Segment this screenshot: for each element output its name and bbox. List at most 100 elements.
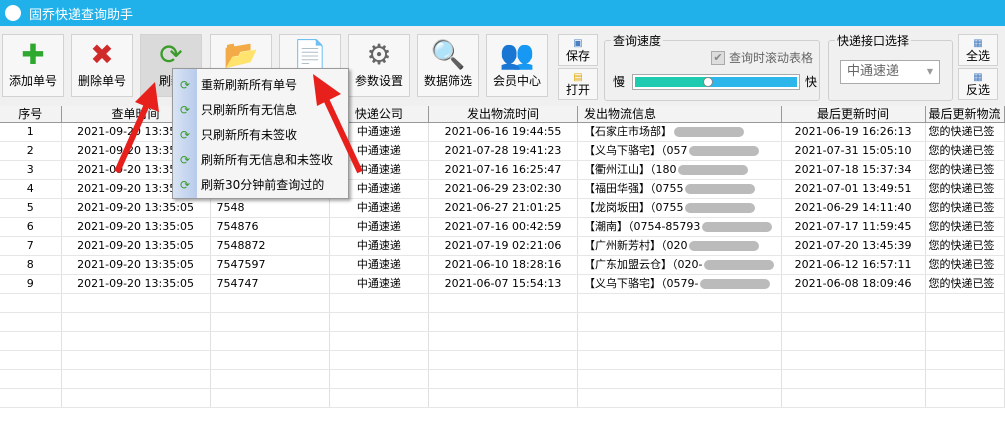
table-cell: 2021-09-20 13:35:05: [62, 256, 211, 274]
cell-text: 中通速递: [356, 125, 401, 138]
invert-selection-button[interactable]: ▦ 反选: [958, 68, 998, 100]
save-button[interactable]: ▣ 保存: [558, 34, 598, 66]
table-cell: 6: [0, 218, 62, 236]
table-cell: 2021-06-16 19:44:55: [429, 123, 578, 141]
column-header[interactable]: 序号: [0, 106, 62, 122]
table-cell: 2021-06-07 15:54:13: [429, 275, 578, 293]
window-title: 固乔快递查询助手: [29, 7, 134, 23]
cell-text: 2021-06-10 18:28:16: [444, 258, 562, 271]
table-cell: 4: [0, 180, 62, 198]
cell-text: 6: [26, 220, 34, 233]
cell-text: 2021-06-08 18:09:46: [794, 277, 912, 290]
column-header[interactable]: 发出物流时间: [429, 106, 578, 122]
table-cell: 【广东加盟云仓】（020-: [578, 256, 782, 274]
table-row[interactable]: 5 2021-09-20 13:35:05 7548 中通速递 2021-06-27 2…: [0, 199, 1005, 218]
table-cell: 您的快递已签: [926, 275, 1005, 293]
cell-text: 中通速递: [356, 144, 401, 157]
column-header[interactable]: 发出物流信息: [578, 106, 782, 122]
cell-text: 2021-07-20 13:45:39: [794, 239, 912, 252]
table-row[interactable]: 9 2021-09-20 13:35:05 754747 中通速递 2021-06-07…: [0, 275, 1005, 294]
toolbar-button-label: 添加单号: [8, 74, 57, 88]
table-row[interactable]: 1 2021-09-20 13:35:05 中通速递 2021-06-16 19:44…: [0, 123, 1005, 142]
select-all-button[interactable]: ▦ 全选: [958, 34, 998, 66]
toolbar-button-label: 删除单号: [77, 74, 126, 88]
table-cell: 2021-07-31 15:05:10: [782, 142, 926, 160]
cell-text: 【福田华强】（0755: [583, 182, 684, 195]
table-cell: 754747: [211, 275, 330, 293]
table-row[interactable]: 7 2021-09-20 13:35:05 7548872 中通速递 2021-07-1…: [0, 237, 1005, 256]
cell-text: 【石家庄市场部】: [583, 125, 672, 138]
cell-text: 您的快递已签: [928, 125, 995, 138]
redacted-blur: [678, 165, 749, 175]
toolbar-button-6[interactable]: ⚙ 参数设置: [348, 34, 410, 97]
toolbar-button-2[interactable]: ✖ 删除单号: [71, 34, 133, 97]
cell-text: 【义乌下骆宅】（0579-: [583, 277, 699, 290]
table-row[interactable]: 2 2021-09-20 13:35:05 中通速递 2021-07-28 19:41…: [0, 142, 1005, 161]
refresh-icon: ⟳: [179, 127, 191, 142]
toolbar-button-7[interactable]: 🔍 数据筛选: [417, 34, 479, 97]
menu-item-4[interactable]: ⟳ 刷新所有无信息和未签收: [173, 147, 348, 172]
table-cell: 5: [0, 199, 62, 217]
table-cell: 【义乌下骆宅】（057: [578, 142, 782, 160]
cell-text: 中通速递: [356, 258, 401, 271]
redacted-blur: [685, 184, 756, 194]
table-cell: 2021-07-17 11:59:45: [782, 218, 926, 236]
slider-thumb[interactable]: [702, 77, 713, 87]
table-cell: 中通速递: [330, 218, 430, 236]
menu-item-2[interactable]: ⟳ 只刷新所有无信息: [173, 97, 348, 122]
cell-text: 8: [26, 258, 34, 271]
table-cell: 8: [0, 256, 62, 274]
cell-text: 2021-09-20 13:35:05: [77, 201, 194, 214]
redacted-blur: [702, 222, 773, 232]
open-button[interactable]: ▤ 打开: [558, 68, 598, 100]
menu-item-3[interactable]: ⟳ 只刷新所有未签收: [173, 122, 348, 147]
column-header[interactable]: 最后更新时间: [782, 106, 926, 122]
cell-text: 2021-06-19 16:26:13: [794, 125, 912, 138]
table-row[interactable]: 6 2021-09-20 13:35:05 754876 中通速递 2021-07-16…: [0, 218, 1005, 237]
open-label: 打开: [565, 83, 590, 97]
cell-text: 2021-07-28 19:41:23: [444, 144, 562, 157]
table-cell: 2021-06-29 14:11:40: [782, 199, 926, 217]
table-cell: 2021-07-16 00:42:59: [429, 218, 578, 236]
toolbar-button-label: 数据筛选: [423, 74, 472, 88]
cell-text: 754747: [216, 277, 259, 290]
table-cell: 2021-06-19 16:26:13: [782, 123, 926, 141]
cell-text: 2021-09-20 13:35:05: [77, 258, 194, 271]
api-group-title: 快递接口选择: [835, 32, 912, 49]
scroll-table-checkbox[interactable]: ✔ 查询时滚动表格: [710, 49, 813, 66]
toolbar-button-8[interactable]: 👥 会员中心: [486, 34, 548, 97]
cell-text: 中通速递: [356, 201, 401, 214]
empty-row: [0, 389, 1005, 408]
cell-text: 您的快递已签: [928, 277, 995, 290]
cell-text: 2: [26, 144, 34, 157]
invert-selection-label: 反选: [965, 83, 990, 97]
table-cell: 7548872: [211, 237, 330, 255]
cell-text: 2021-09-20 13:35:05: [77, 239, 194, 252]
table-cell: 2021-09-20 13:35:05: [62, 199, 211, 217]
table-cell: 2021-06-29 23:02:30: [429, 180, 578, 198]
cell-text: 2021-07-18 15:37:34: [794, 163, 912, 176]
fast-label: 快: [805, 75, 818, 89]
table-row[interactable]: 4 2021-09-20 13:35:05 中通速递 2021-06-29 23:02…: [0, 180, 1005, 199]
cell-text: 2021-07-01 13:49:51: [794, 182, 912, 195]
table-cell: 2021-06-10 18:28:16: [429, 256, 578, 274]
menu-item-1[interactable]: ⟳ 重新刷新所有单号: [173, 72, 348, 97]
table-cell: 2021-09-20 13:35:05: [62, 237, 211, 255]
column-header[interactable]: 最后更新物流: [926, 106, 1005, 122]
cell-text: 7547597: [216, 258, 266, 271]
speed-slider[interactable]: [632, 74, 800, 90]
folder-search-icon: 🔍: [430, 37, 466, 71]
refresh-icon: ⟳: [179, 152, 191, 167]
cell-text: 2021-09-20 13:35:05: [77, 277, 194, 290]
menu-item-5[interactable]: ⟳ 刷新30分钟前查询过的: [173, 172, 348, 197]
table-cell: 【广州新芳村】（020: [578, 237, 782, 255]
table-cell: 您的快递已签: [926, 256, 1005, 274]
table-cell: 2021-06-27 21:01:25: [429, 199, 578, 217]
toolbar-button-1[interactable]: ✚ 添加单号: [2, 34, 64, 97]
plus-icon: ✚: [21, 37, 45, 71]
checkbox-icon: ✔: [710, 50, 725, 65]
table-cell: 9: [0, 275, 62, 293]
table-row[interactable]: 3 2021-09-20 13:35:05 中通速递 2021-07-16 16:25…: [0, 161, 1005, 180]
table-row[interactable]: 8 2021-09-20 13:35:05 7547597 中通速递 2021-06-1…: [0, 256, 1005, 275]
api-select[interactable]: 中通速递 ▼: [840, 60, 940, 84]
